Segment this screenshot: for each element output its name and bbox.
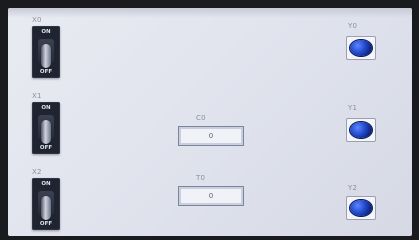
lamp-label-y0: Y0	[348, 22, 358, 30]
switch-on-label: ON	[41, 181, 51, 187]
switch-on-label: ON	[41, 29, 51, 35]
switch-label-x0: X0	[32, 16, 42, 24]
indicator-lamp-y2	[346, 196, 376, 220]
switch-off-label: OFF	[39, 145, 53, 151]
toggle-lever-icon	[41, 196, 51, 220]
timer-display: 0	[178, 186, 244, 206]
lamp-label-y1: Y1	[348, 104, 358, 112]
toggle-switch-x2[interactable]: ON OFF	[32, 178, 60, 230]
toggle-lever-icon	[41, 44, 51, 68]
lamp-bulb-icon	[350, 200, 372, 216]
indicator-lamp-y1	[346, 118, 376, 142]
lamp-label-y2: Y2	[348, 184, 358, 192]
timer-label: T0	[196, 174, 206, 182]
switch-off-label: OFF	[39, 69, 53, 75]
hmi-panel: X0 ON OFF X1 ON OFF X2 ON OFF C0 0 T0 0 …	[8, 8, 412, 236]
switch-on-label: ON	[41, 105, 51, 111]
counter-label: C0	[196, 114, 206, 122]
indicator-lamp-y0	[346, 36, 376, 60]
toggle-switch-x1[interactable]: ON OFF	[32, 102, 60, 154]
switch-label-x1: X1	[32, 92, 42, 100]
switch-label-x2: X2	[32, 168, 42, 176]
lamp-bulb-icon	[350, 122, 372, 138]
lamp-bulb-icon	[350, 40, 372, 56]
toggle-lever-icon	[41, 120, 51, 144]
switch-off-label: OFF	[39, 221, 53, 227]
counter-display: 0	[178, 126, 244, 146]
toggle-switch-x0[interactable]: ON OFF	[32, 26, 60, 78]
